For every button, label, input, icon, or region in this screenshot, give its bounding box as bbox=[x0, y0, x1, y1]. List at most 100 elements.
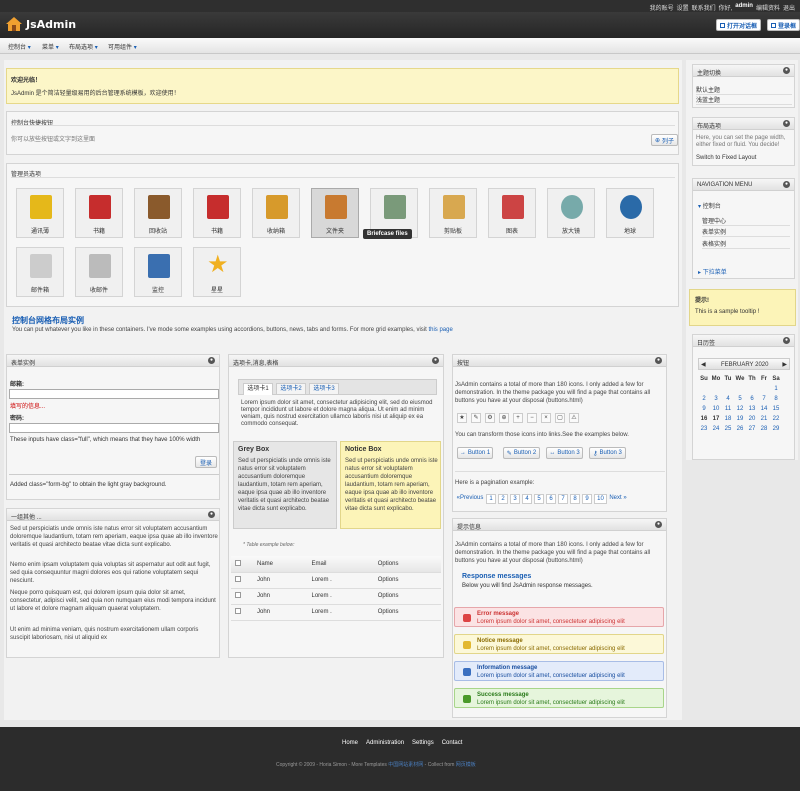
nav-item[interactable]: 管理中心 bbox=[702, 216, 790, 226]
login-button[interactable]: 登录 bbox=[195, 456, 217, 468]
copy-icon[interactable]: ▢ bbox=[555, 413, 565, 423]
minus-icon[interactable]: − bbox=[527, 413, 537, 423]
menu-item-console[interactable]: 控制台 ▾ bbox=[8, 42, 31, 51]
grid-link[interactable]: this page bbox=[428, 327, 452, 333]
button-3[interactable]: ↔ Button 3 bbox=[546, 447, 583, 459]
prev-month-icon[interactable]: ◀ bbox=[701, 361, 706, 368]
tab-1[interactable]: 选项卡1 bbox=[243, 383, 273, 395]
menu-item-menu[interactable]: 菜单 ▾ bbox=[42, 42, 59, 51]
settings-link[interactable]: 设置 bbox=[677, 3, 689, 12]
menu-item-components[interactable]: 可用组件 ▾ bbox=[108, 42, 137, 51]
calendar-day[interactable]: 13 bbox=[746, 404, 758, 414]
calendar-day[interactable]: 17 bbox=[710, 414, 722, 424]
email-field[interactable] bbox=[9, 389, 219, 399]
password-field[interactable] bbox=[9, 423, 219, 433]
calendar-day[interactable]: 23 bbox=[698, 424, 710, 434]
logout-link[interactable]: 退出 bbox=[783, 3, 795, 12]
edit-profile-link[interactable]: 编辑资料 bbox=[756, 3, 780, 12]
row-checkbox[interactable] bbox=[235, 576, 241, 582]
switch-layout-link[interactable]: Switch to Fixed Layout bbox=[696, 155, 756, 161]
calendar-day[interactable]: 26 bbox=[734, 424, 746, 434]
calendar-day[interactable]: 1 bbox=[770, 384, 782, 394]
row-checkbox[interactable] bbox=[235, 608, 241, 614]
calendar-day[interactable]: 19 bbox=[734, 414, 746, 424]
calendar-day[interactable]: 2 bbox=[698, 394, 710, 404]
calendar-day[interactable]: 18 bbox=[722, 414, 734, 424]
admin-option-globe[interactable]: 地球 bbox=[606, 188, 654, 238]
admin-option-mail[interactable]: 收邮件 bbox=[75, 247, 123, 297]
calendar-day[interactable]: 16 bbox=[698, 414, 710, 424]
collapse-icon[interactable]: ● bbox=[783, 337, 790, 344]
next-page[interactable]: Next » bbox=[606, 494, 630, 504]
star-icon[interactable]: ★ bbox=[457, 413, 467, 423]
page-6[interactable]: 6 bbox=[546, 494, 556, 504]
page-2[interactable]: 2 bbox=[498, 494, 508, 504]
calendar-day[interactable]: 11 bbox=[722, 404, 734, 414]
theme-default[interactable]: 默认主题 bbox=[696, 85, 792, 95]
tab-3[interactable]: 选项卡3 bbox=[309, 383, 339, 395]
page-7[interactable]: 7 bbox=[558, 494, 568, 504]
settings-icon[interactable]: ⚙ bbox=[485, 413, 495, 423]
contact-link[interactable]: 联系我们 bbox=[692, 3, 716, 12]
page-9[interactable]: 9 bbox=[582, 494, 592, 504]
footer-template-link[interactable]: 网页模板 bbox=[456, 762, 476, 768]
page-8[interactable]: 8 bbox=[570, 494, 580, 504]
nav-item[interactable]: 表单实例 bbox=[702, 227, 790, 237]
calendar-day[interactable]: 8 bbox=[770, 394, 782, 404]
button-1[interactable]: → Button 1 bbox=[457, 447, 493, 459]
plus-icon[interactable]: + bbox=[513, 413, 523, 423]
admin-option-monitor[interactable]: 监控 bbox=[134, 247, 182, 297]
footer-link-contact[interactable]: Contact bbox=[442, 740, 463, 746]
select-all-checkbox[interactable] bbox=[235, 559, 241, 566]
footer-link-home[interactable]: Home bbox=[342, 740, 358, 746]
admin-option-star[interactable]: ★ 星星 bbox=[193, 247, 241, 297]
collapse-icon[interactable]: ● bbox=[655, 521, 662, 528]
collapse-icon[interactable]: ● bbox=[655, 357, 662, 364]
collapse-icon[interactable]: ● bbox=[783, 181, 790, 188]
pencil-icon[interactable]: ✎ bbox=[471, 413, 481, 423]
calendar-day[interactable]: 4 bbox=[722, 394, 734, 404]
open-dialog-button[interactable]: 打开对话框 bbox=[716, 19, 762, 31]
calendar-day[interactable]: 12 bbox=[734, 404, 746, 414]
collapse-icon[interactable]: ● bbox=[208, 511, 215, 518]
account-link[interactable]: 我的账号 bbox=[650, 3, 674, 12]
footer-link-settings[interactable]: Settings bbox=[412, 740, 434, 746]
page-5[interactable]: 5 bbox=[534, 494, 544, 504]
admin-option-book[interactable]: 书籍 bbox=[75, 188, 123, 238]
footer-credit-link[interactable]: 中国网站素材网 bbox=[388, 762, 423, 768]
example-button[interactable]: ⊕ 列子 bbox=[651, 134, 678, 146]
admin-option-recycle[interactable]: 回收站 bbox=[134, 188, 182, 238]
theme-lightblue[interactable]: 浅蓝主题 bbox=[696, 95, 792, 105]
calendar-day[interactable]: 22 bbox=[770, 414, 782, 424]
page-1[interactable]: 1 bbox=[486, 494, 496, 504]
admin-option-folder[interactable]: 收纳箱 bbox=[252, 188, 300, 238]
plus-circle-icon[interactable]: ⊕ bbox=[499, 413, 509, 423]
calendar-day[interactable]: 28 bbox=[758, 424, 770, 434]
admin-option-mail-edit[interactable]: 邮件箱 bbox=[16, 247, 64, 297]
menu-item-layout[interactable]: 布局选项 ▾ bbox=[69, 42, 98, 51]
login-dialog-button[interactable]: 登录框 bbox=[767, 19, 800, 31]
page-3[interactable]: 3 bbox=[510, 494, 520, 504]
admin-option-chart[interactable]: 图表 bbox=[488, 188, 536, 238]
collapse-icon[interactable]: ● bbox=[783, 120, 790, 127]
calendar-day[interactable]: 7 bbox=[758, 394, 770, 404]
admin-option-contacts[interactable]: 通讯薄 bbox=[16, 188, 64, 238]
calendar-day[interactable]: 24 bbox=[710, 424, 722, 434]
admin-option-briefcase[interactable]: 文件夹 bbox=[311, 188, 359, 238]
nav-item[interactable]: 表格实例 bbox=[702, 239, 790, 249]
calendar-day[interactable]: 20 bbox=[746, 414, 758, 424]
calendar-day[interactable]: 10 bbox=[710, 404, 722, 414]
button-4[interactable]: ⚷ Button 3 bbox=[589, 447, 626, 459]
tab-2[interactable]: 选项卡2 bbox=[276, 383, 306, 395]
calendar-day[interactable]: 21 bbox=[758, 414, 770, 424]
collapse-icon[interactable]: ● bbox=[783, 67, 790, 74]
calendar-day[interactable]: 27 bbox=[746, 424, 758, 434]
calendar-day[interactable]: 6 bbox=[746, 394, 758, 404]
next-month-icon[interactable]: ▶ bbox=[782, 361, 787, 368]
calendar-day[interactable]: 14 bbox=[758, 404, 770, 414]
calendar-day[interactable]: 29 bbox=[770, 424, 782, 434]
warning-icon[interactable]: ⚠ bbox=[569, 413, 579, 423]
row-checkbox[interactable] bbox=[235, 592, 241, 598]
admin-option-book2[interactable]: 书籍 bbox=[193, 188, 241, 238]
prev-page[interactable]: «Previous bbox=[455, 494, 485, 504]
